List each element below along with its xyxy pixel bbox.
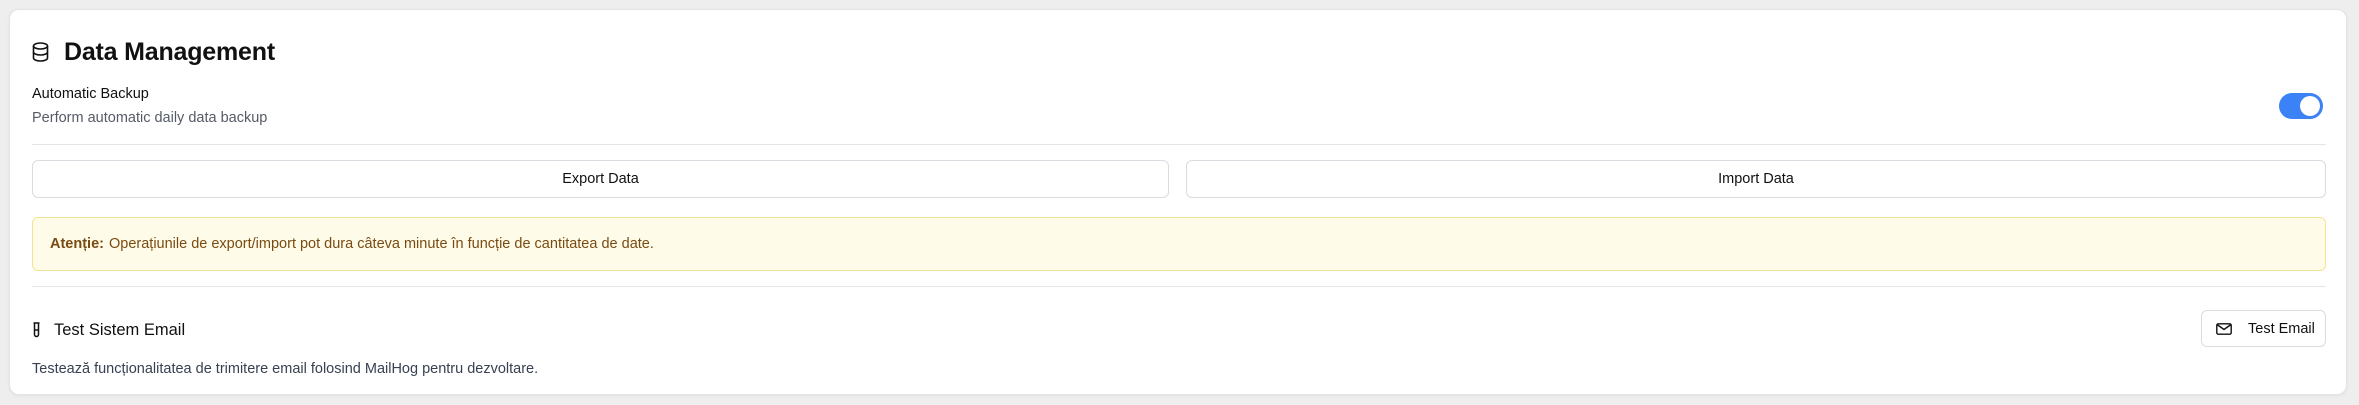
test-email-button-label: Test Email — [2248, 320, 2315, 337]
backup-setting-description: Perform automatic daily data backup — [32, 110, 268, 126]
divider — [32, 144, 2326, 145]
test-tube-icon — [32, 321, 44, 339]
alert-message: Operațiunile de export/import pot dura c… — [108, 236, 654, 252]
backup-setting-title: Automatic Backup — [32, 86, 149, 102]
email-test-title: Test Sistem Email — [54, 320, 186, 339]
section-header: Data Management — [32, 32, 275, 72]
mail-icon — [2216, 322, 2234, 336]
toggle-knob — [2300, 96, 2320, 116]
import-data-button[interactable]: Import Data — [1186, 160, 2326, 198]
export-data-button[interactable]: Export Data — [32, 160, 1169, 198]
alert-label: Atenție: — [50, 236, 104, 252]
email-test-header: Test Sistem Email — [32, 319, 185, 341]
database-icon — [32, 40, 52, 64]
warning-alert: Atenție: Operațiunile de export/import p… — [32, 217, 2326, 271]
email-test-description: Testează funcționalitatea de trimitere e… — [32, 361, 539, 377]
test-email-button[interactable]: Test Email — [2201, 310, 2326, 347]
data-management-card: Data Management Automatic Backup Perform… — [9, 9, 2347, 395]
page-title: Data Management — [64, 37, 275, 66]
divider — [32, 286, 2326, 287]
automatic-backup-toggle[interactable] — [2279, 93, 2323, 119]
